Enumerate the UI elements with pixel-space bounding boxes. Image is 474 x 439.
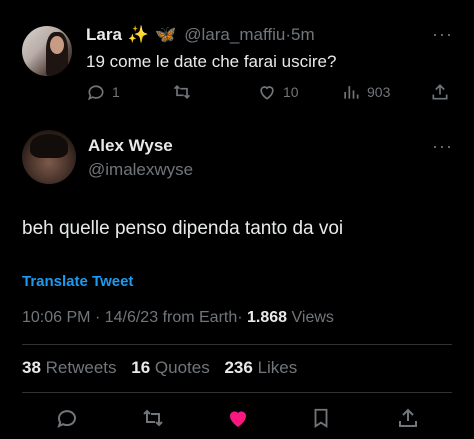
likes-count: 236 [224, 358, 253, 377]
divider [22, 392, 452, 393]
bookmark-button[interactable] [310, 406, 332, 430]
retweet-button[interactable] [171, 82, 193, 102]
retweets-label: Retweets [45, 358, 117, 377]
avatar-lara[interactable] [22, 26, 72, 76]
translate-tweet-link[interactable]: Translate Tweet [22, 273, 133, 290]
reply-icon [87, 85, 104, 101]
retweets-count: 38 [22, 358, 41, 377]
retweet-icon [143, 409, 163, 427]
share-button[interactable] [396, 406, 420, 430]
retweets-stat[interactable]: 38 Retweets [22, 358, 127, 377]
like-count: 10 [283, 84, 299, 100]
avatar-face [50, 36, 64, 54]
share-button[interactable] [430, 82, 450, 102]
tweet-metadata: 10:06 PM · 14/6/23 from Earth· 1.868 Vie… [22, 309, 334, 327]
divider [22, 344, 452, 345]
like-button[interactable]: 10 [257, 82, 299, 102]
avatar-alex[interactable] [22, 130, 76, 184]
tweet-date[interactable]: 14/6/23 [105, 309, 158, 326]
reply-time[interactable]: 5m [291, 25, 315, 44]
more-icon[interactable]: ··· [432, 136, 453, 157]
like-icon [260, 86, 274, 100]
meta-separator: · [94, 309, 101, 326]
quotes-stat[interactable]: 16 Quotes [131, 358, 219, 377]
share-icon [432, 84, 448, 100]
sparkles-emoji: ✨ [127, 25, 150, 44]
views-label: Views [291, 309, 334, 326]
views-count: 903 [367, 84, 391, 100]
engagement-stats: 38 Retweets 16 Quotes 236 Likes [22, 358, 307, 378]
reply-author-handle[interactable]: @lara_maffiu [184, 25, 285, 44]
meta-separator: · [237, 309, 243, 326]
tweet-time[interactable]: 10:06 PM [22, 309, 90, 326]
reply-author-name[interactable]: Lara [86, 25, 122, 44]
retweet-button[interactable] [140, 406, 166, 430]
reply-tweet-text: 19 come le date che farai uscire? [86, 52, 337, 71]
tweet-source: from Earth [162, 309, 238, 326]
likes-label: Likes [257, 358, 298, 377]
bookmark-icon [314, 408, 328, 428]
butterfly-emoji: 🦋 [155, 25, 177, 44]
author-handle[interactable]: @imalexwyse [88, 160, 193, 180]
author-name[interactable]: Alex Wyse [88, 136, 173, 156]
views-count: 1.868 [247, 309, 288, 326]
reply-tweet-header: Lara ✨ 🦋 @lara_maffiu·5m [86, 24, 315, 46]
views-button[interactable]: 903 [341, 82, 390, 102]
avatar-hair [30, 134, 68, 158]
reply-icon [57, 410, 76, 428]
reply-button[interactable] [55, 406, 79, 430]
like-icon [230, 411, 246, 427]
views-icon [344, 86, 359, 99]
quotes-label: Quotes [154, 358, 210, 377]
quotes-count: 16 [131, 358, 151, 377]
more-icon[interactable]: ··· [432, 24, 453, 45]
tweet-text: beh quelle penso dipenda tanto da voi [22, 218, 344, 239]
reply-count: 1 [112, 84, 120, 100]
share-icon [399, 408, 417, 427]
retweet-icon [173, 84, 191, 100]
likes-stat[interactable]: 236 Likes [224, 358, 307, 377]
reply-button[interactable]: 1 [86, 82, 120, 102]
like-button-liked[interactable] [225, 406, 251, 430]
